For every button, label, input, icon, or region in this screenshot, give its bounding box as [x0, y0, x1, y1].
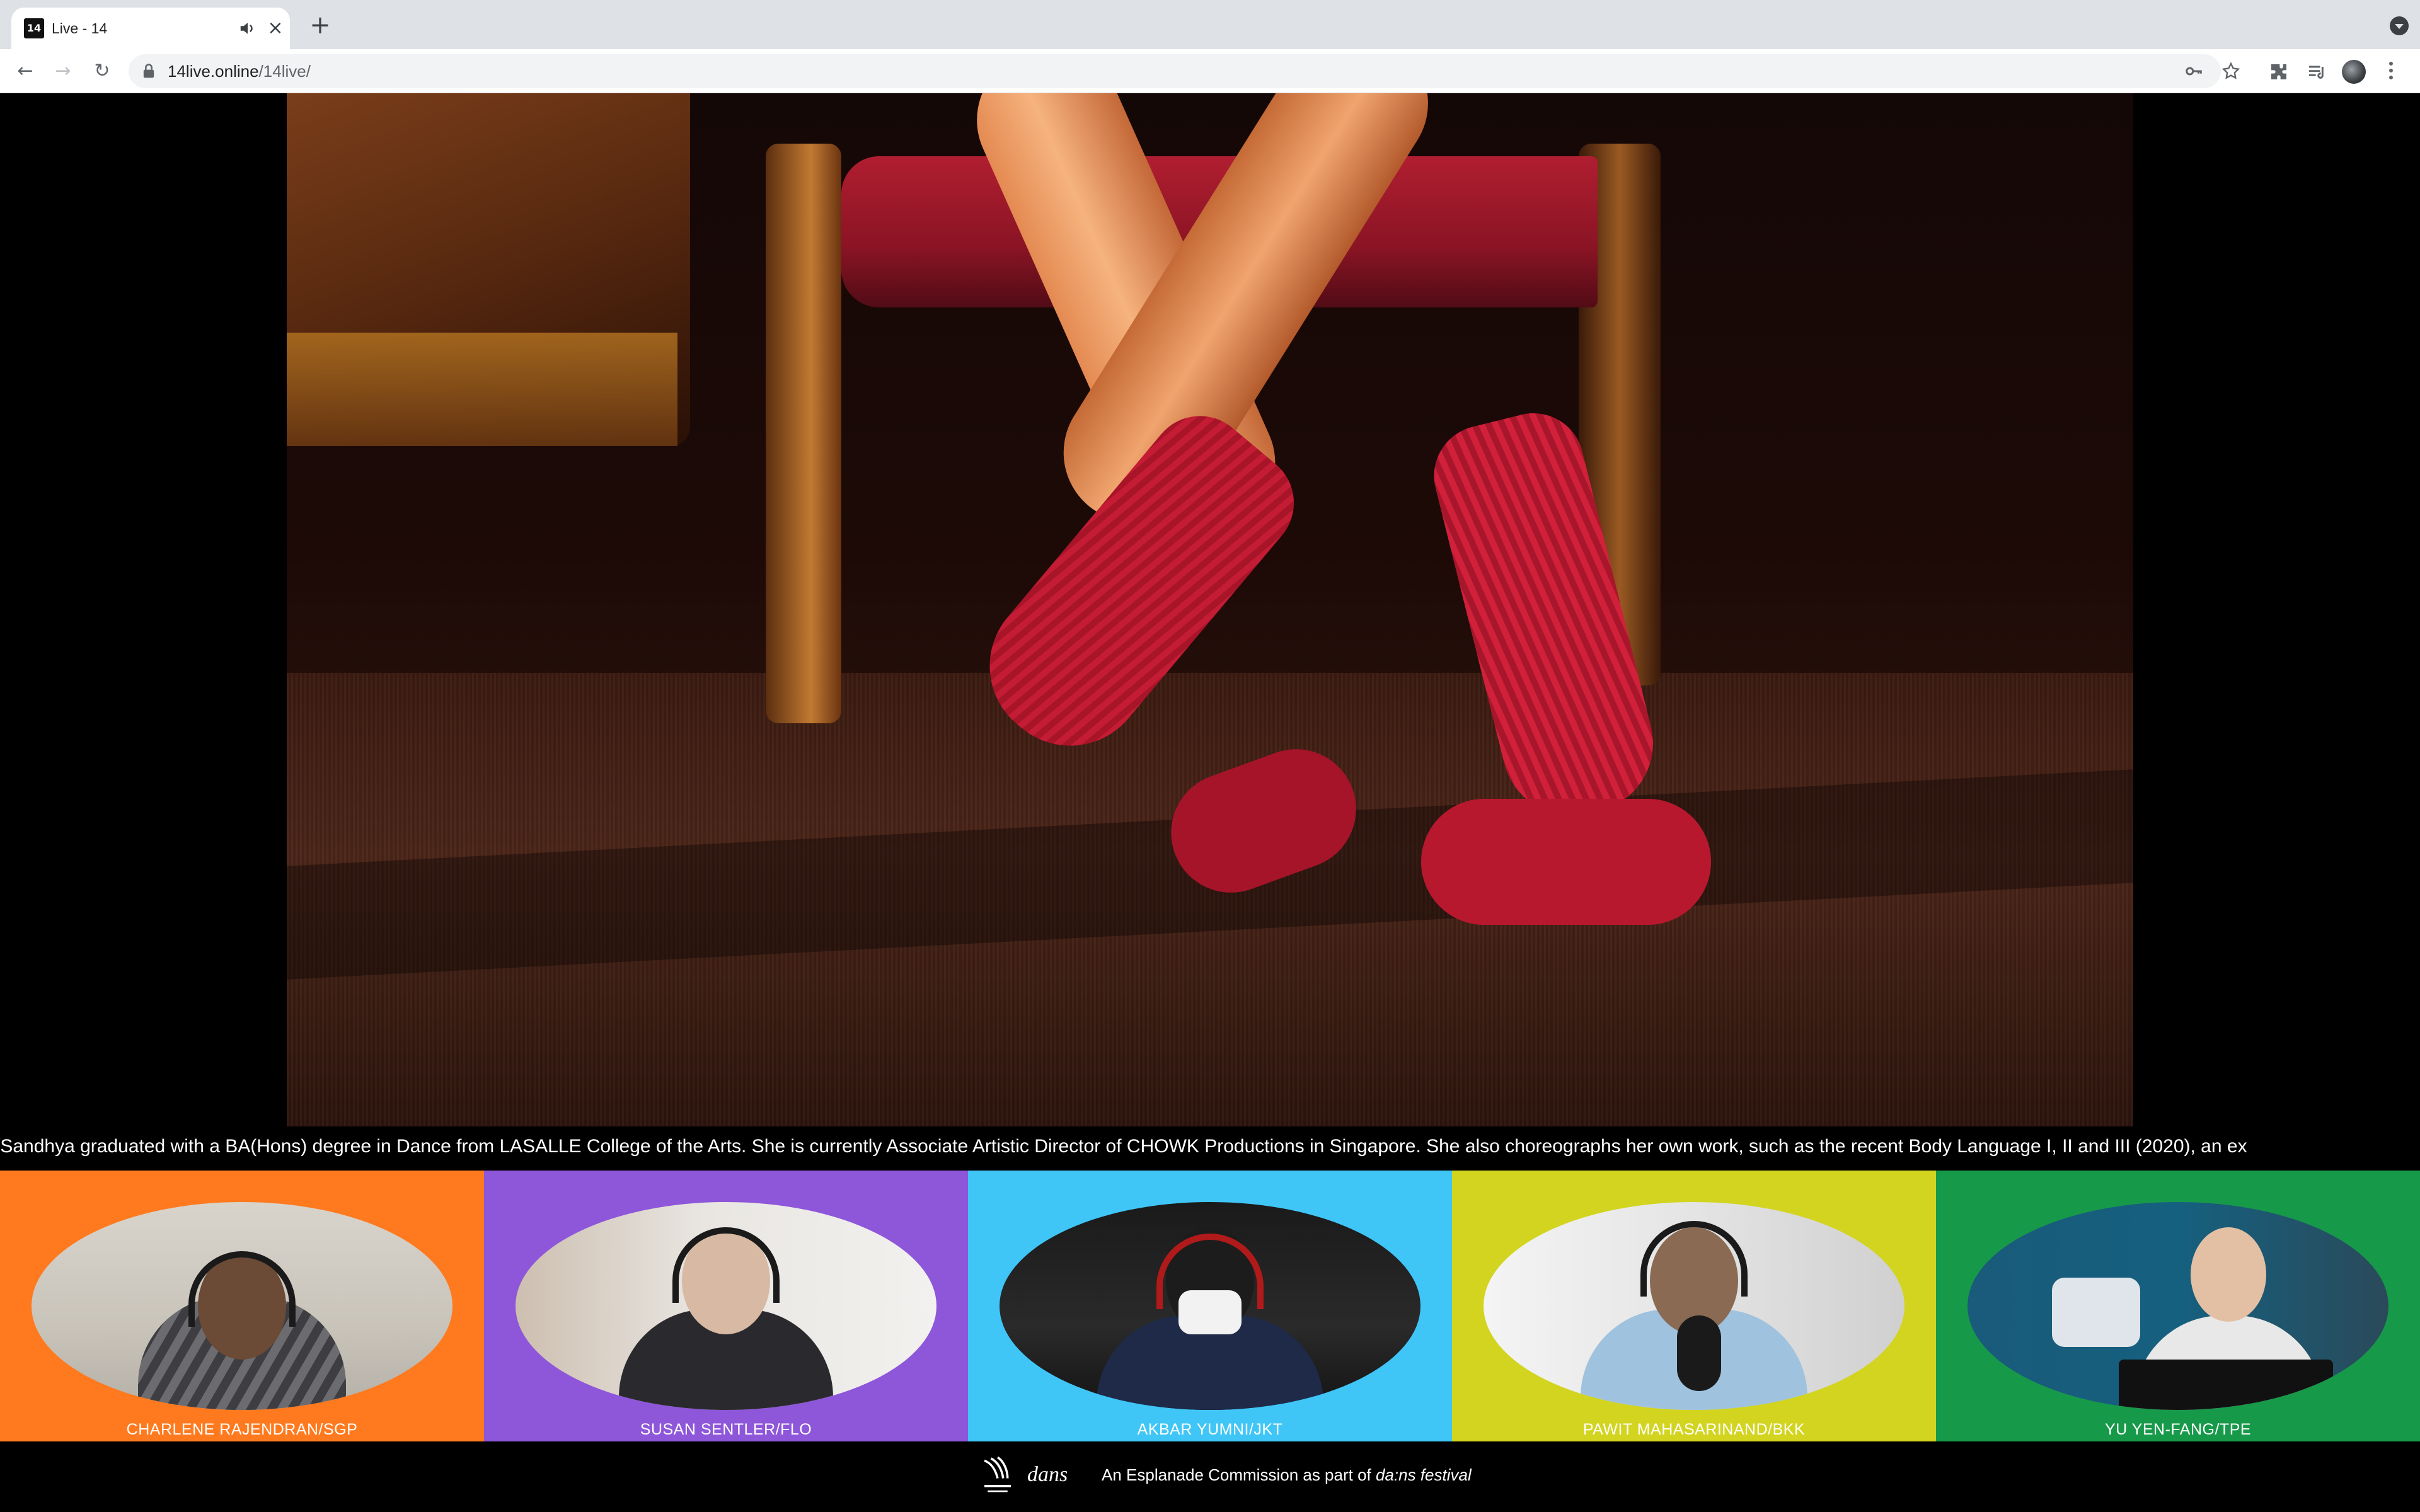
address-bar[interactable]: 14live.online/14live/ [129, 54, 2221, 88]
key-icon[interactable] [2184, 62, 2203, 81]
video-scene-chair-leg [766, 144, 841, 723]
festival-name: da:ns festival [1376, 1465, 1472, 1484]
commission-prefix: An Esplanade Commission as part of [1102, 1465, 1376, 1484]
star-icon[interactable] [2221, 61, 2241, 81]
footer: dans An Esplanade Commission as part of … [0, 1441, 2420, 1512]
chevron-down-icon[interactable] [2390, 16, 2409, 35]
participants-row: CHARLENE RAJENDRAN/SGP SUSAN SENTLER/FLO… [0, 1171, 2420, 1441]
puzzle-icon[interactable] [2269, 62, 2289, 82]
arrow-right-icon[interactable]: → [49, 57, 77, 85]
participant-video[interactable] [1968, 1202, 2388, 1410]
arrow-left-icon[interactable]: ← [11, 57, 39, 85]
browser-toolbar: ← → ↻ 14live.online/14live/ [0, 49, 2420, 93]
bio-ticker: /Sandhya graduated with a BA(Hons) degre… [0, 1126, 2420, 1171]
participant-video[interactable] [32, 1202, 452, 1410]
participant-video[interactable] [1000, 1202, 1420, 1410]
participant-name: CHARLENE RAJENDRAN/SGP [126, 1421, 358, 1438]
commission-text: An Esplanade Commission as part of da:ns… [1102, 1459, 1472, 1491]
media-queue-icon[interactable] [2307, 62, 2327, 82]
lock-icon[interactable] [140, 62, 158, 80]
page-content: /Sandhya graduated with a BA(Hons) degre… [0, 93, 2420, 1512]
cake-decoration [2051, 1278, 2140, 1347]
video-player[interactable] [287, 93, 2133, 1126]
video-scene-light [287, 333, 677, 446]
tab-title: Live - 14 [52, 20, 108, 37]
participant-name: PAWIT MAHASARINAND/BKK [1582, 1421, 1806, 1438]
headset-icon [672, 1227, 780, 1303]
participant-panel[interactable]: CHARLENE RAJENDRAN/SGP [0, 1171, 484, 1441]
microphone-icon [1677, 1315, 1722, 1391]
video-scene-foot [1421, 799, 1711, 925]
participant-video[interactable] [1484, 1202, 1904, 1410]
url-path: /14live/ [258, 62, 311, 81]
participant-name: YU YEN-FANG/TPE [2104, 1421, 2252, 1438]
avatar[interactable] [2342, 60, 2366, 84]
laptop-icon [2119, 1360, 2334, 1410]
url-host: 14live.online [168, 62, 259, 81]
participant-name: SUSAN SENTLER/FLO [640, 1421, 812, 1438]
dans-logo: dans [1027, 1463, 1068, 1486]
url-text[interactable]: 14live.online/14live/ [168, 54, 311, 88]
favicon-icon: 14 [24, 18, 44, 38]
browser-tab-active[interactable]: 14 Live - 14 × [11, 8, 290, 49]
participant-head [2191, 1227, 2267, 1322]
esplanade-logo-icon [984, 1456, 1011, 1492]
close-icon[interactable]: × [263, 16, 287, 40]
participant-panel[interactable]: SUSAN SENTLER/FLO [484, 1171, 968, 1441]
participant-video[interactable] [516, 1202, 936, 1410]
kebab-icon[interactable] [2386, 59, 2396, 84]
reload-icon[interactable]: ↻ [88, 57, 116, 85]
speaker-icon[interactable] [238, 19, 257, 38]
headset-icon [188, 1251, 296, 1327]
plus-icon[interactable]: + [306, 11, 334, 39]
tab-strip: 14 Live - 14 × + [0, 0, 2420, 49]
mask-icon [1178, 1290, 1242, 1334]
participant-panel[interactable]: YU YEN-FANG/TPE [1936, 1171, 2420, 1441]
headset-icon [1640, 1221, 1748, 1297]
ticker-text: /Sandhya graduated with a BA(Hons) degre… [0, 1136, 2247, 1157]
participant-panel[interactable]: AKBAR YUMNI/JKT [968, 1171, 1452, 1441]
participant-panel[interactable]: PAWIT MAHASARINAND/BKK [1452, 1171, 1936, 1441]
participant-name: AKBAR YUMNI/JKT [1137, 1421, 1283, 1438]
